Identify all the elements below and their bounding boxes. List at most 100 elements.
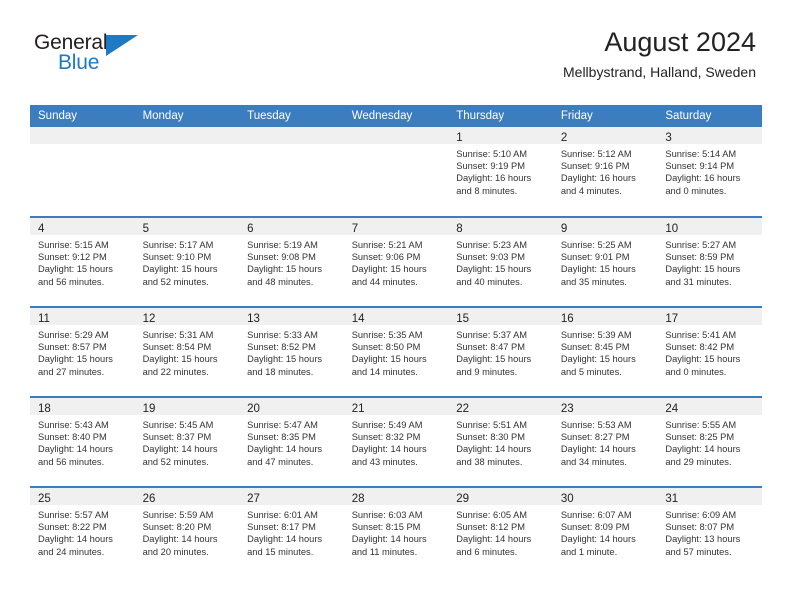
day-number-band: 6 [239, 218, 344, 235]
day-detail-line: Sunrise: 5:35 AM [351, 330, 423, 340]
day-detail-line: Sunset: 8:47 PM [456, 342, 525, 353]
calendar-day-cell[interactable]: 13 Sunrise: 5:33 AM Sunset: 8:52 PM Dayligh… [239, 306, 344, 397]
day-number-band [134, 127, 240, 144]
day-detail-line: Sunrise: 6:03 AM [351, 510, 423, 520]
day-detail-line: Sunset: 9:19 PM [456, 161, 525, 172]
calendar-week-row: 25 Sunrise: 5:57 AM Sunset: 8:22 PM Dayligh… [30, 486, 762, 577]
day-detail-line: and 44 minutes. [351, 276, 418, 287]
day-detail-block: Sunrise: 5:23 AM Sunset: 9:03 PM Daylight:… [448, 235, 553, 288]
day-number: 23 [560, 403, 574, 415]
calendar-day-cell-empty [239, 127, 344, 217]
calendar-container: Sunday Monday Tuesday Wednesday Thursday… [30, 105, 762, 577]
day-detail-line: Sunrise: 5:57 AM [38, 510, 109, 520]
day-number: 7 [351, 223, 359, 235]
day-detail-line: Sunset: 8:40 PM [38, 432, 107, 443]
day-detail-line: Sunset: 8:20 PM [142, 522, 212, 533]
day-number-band: 10 [657, 218, 762, 235]
calendar-day-cell[interactable]: 24 Sunrise: 5:55 AM Sunset: 8:25 PM Dayligh… [657, 396, 762, 487]
day-detail-line: and 14 minutes. [351, 366, 418, 377]
calendar-day-cell-empty [30, 127, 135, 217]
day-number-band: 8 [448, 218, 553, 235]
day-detail-block: Sunrise: 5:49 AM Sunset: 8:32 PM Daylight:… [344, 415, 449, 468]
calendar-week-row: 11 Sunrise: 5:29 AM Sunset: 8:57 PM Dayligh… [30, 306, 762, 397]
calendar-day-cell[interactable]: 16 Sunrise: 5:39 AM Sunset: 8:45 PM Dayligh… [552, 306, 658, 397]
day-number-band: 9 [552, 218, 658, 235]
day-detail-line: Daylight: 14 hours [142, 444, 218, 455]
day-detail-line: Daylight: 15 hours [665, 354, 741, 365]
day-number-band: 18 [30, 398, 135, 415]
day-number: 25 [38, 493, 51, 505]
calendar-day-cell[interactable]: 8 Sunrise: 5:23 AM Sunset: 9:03 PM Daylight… [448, 216, 553, 307]
day-number-band: 2 [552, 127, 658, 144]
day-detail-line: and 0 minutes. [665, 185, 727, 196]
day-detail-line: Sunrise: 5:49 AM [351, 420, 423, 430]
calendar-day-cell[interactable]: 29 Sunrise: 6:05 AM Sunset: 8:12 PM Dayligh… [448, 486, 553, 577]
calendar-day-cell[interactable]: 31 Sunrise: 6:09 AM Sunset: 8:07 PM Dayligh… [657, 486, 762, 577]
day-detail-line: and 24 minutes. [38, 546, 105, 557]
day-detail-line: Sunrise: 6:01 AM [247, 510, 318, 520]
calendar-day-cell[interactable]: 5 Sunrise: 5:17 AM Sunset: 9:10 PM Daylight… [134, 216, 240, 307]
calendar-day-cell[interactable]: 4 Sunrise: 5:15 AM Sunset: 9:12 PM Daylight… [30, 216, 135, 307]
day-detail-block: Sunrise: 5:10 AM Sunset: 9:19 PM Daylight:… [448, 144, 553, 197]
day-detail-line: Sunset: 8:30 PM [456, 432, 525, 443]
day-detail-line: Sunrise: 5:17 AM [142, 240, 214, 250]
day-detail-line: and 8 minutes. [456, 185, 518, 196]
day-number-band: 25 [30, 488, 135, 505]
day-number-band: 30 [552, 488, 658, 505]
day-detail-block: Sunrise: 5:57 AM Sunset: 8:22 PM Daylight:… [30, 505, 135, 558]
day-detail-line: Daylight: 15 hours [142, 264, 218, 275]
calendar-day-cell[interactable]: 2 Sunrise: 5:12 AM Sunset: 9:16 PM Daylight… [552, 127, 658, 217]
calendar-day-cell[interactable]: 27 Sunrise: 6:01 AM Sunset: 8:17 PM Dayligh… [239, 486, 344, 577]
calendar-day-cell[interactable]: 25 Sunrise: 5:57 AM Sunset: 8:22 PM Dayligh… [30, 486, 135, 577]
day-detail-line: Sunset: 8:54 PM [142, 342, 212, 353]
day-detail-line: Sunrise: 5:27 AM [665, 240, 737, 250]
day-detail-block: Sunrise: 5:45 AM Sunset: 8:37 PM Daylight:… [135, 415, 240, 468]
calendar-day-cell[interactable]: 22 Sunrise: 5:51 AM Sunset: 8:30 PM Dayligh… [448, 396, 553, 487]
day-number-band: 22 [448, 398, 553, 415]
calendar-day-cell[interactable]: 6 Sunrise: 5:19 AM Sunset: 9:08 PM Daylight… [239, 216, 344, 307]
day-detail-line: and 27 minutes. [38, 366, 105, 377]
day-number: 2 [560, 132, 568, 144]
day-detail-line: Daylight: 15 hours [456, 354, 532, 365]
calendar-day-cell[interactable]: 20 Sunrise: 5:47 AM Sunset: 8:35 PM Dayligh… [239, 396, 344, 487]
calendar-day-cell[interactable]: 3 Sunrise: 5:14 AM Sunset: 9:14 PM Daylight… [657, 127, 762, 217]
calendar-day-cell[interactable]: 28 Sunrise: 6:03 AM Sunset: 8:15 PM Dayligh… [343, 486, 449, 577]
day-number: 5 [142, 223, 149, 235]
calendar-day-cell[interactable]: 9 Sunrise: 5:25 AM Sunset: 9:01 PM Daylight… [552, 216, 658, 307]
calendar-day-cell[interactable]: 23 Sunrise: 5:53 AM Sunset: 8:27 PM Dayligh… [552, 396, 658, 487]
day-detail-line: Sunrise: 5:37 AM [456, 330, 528, 340]
calendar-day-cell[interactable]: 14 Sunrise: 5:35 AM Sunset: 8:50 PM Dayligh… [343, 306, 449, 397]
calendar-day-cell[interactable]: 21 Sunrise: 5:49 AM Sunset: 8:32 PM Dayligh… [343, 396, 449, 487]
day-detail-block [344, 144, 449, 148]
calendar-day-cell[interactable]: 19 Sunrise: 5:45 AM Sunset: 8:37 PM Dayligh… [134, 396, 240, 487]
calendar-day-cell[interactable]: 7 Sunrise: 5:21 AM Sunset: 9:06 PM Daylight… [343, 216, 449, 307]
calendar-day-cell[interactable]: 1 Sunrise: 5:10 AM Sunset: 9:19 PM Daylight… [448, 127, 553, 217]
calendar-day-cell[interactable]: 26 Sunrise: 5:59 AM Sunset: 8:20 PM Dayligh… [134, 486, 240, 577]
general-blue-logo: General Blue [34, 32, 234, 82]
calendar-day-cell[interactable]: 18 Sunrise: 5:43 AM Sunset: 8:40 PM Dayligh… [30, 396, 135, 487]
day-number: 27 [247, 493, 260, 505]
day-detail-line: and 47 minutes. [247, 456, 314, 467]
day-detail-block: Sunrise: 5:33 AM Sunset: 8:52 PM Daylight:… [239, 325, 344, 378]
day-detail-line: Daylight: 14 hours [351, 534, 427, 545]
calendar-day-cell[interactable]: 17 Sunrise: 5:41 AM Sunset: 8:42 PM Dayligh… [657, 306, 762, 397]
calendar-day-cell[interactable]: 15 Sunrise: 5:37 AM Sunset: 8:47 PM Dayligh… [448, 306, 553, 397]
day-detail-line: Sunset: 8:12 PM [456, 522, 525, 533]
day-number: 9 [560, 223, 568, 235]
calendar-day-cell[interactable]: 10 Sunrise: 5:27 AM Sunset: 8:59 PM Dayligh… [657, 216, 762, 307]
day-detail-line: Sunrise: 5:53 AM [560, 420, 632, 430]
calendar-day-cell[interactable]: 11 Sunrise: 5:29 AM Sunset: 8:57 PM Dayligh… [30, 306, 135, 397]
page-title: August 2024 [604, 27, 756, 57]
calendar-header-row: Sunday Monday Tuesday Wednesday Thursday… [30, 105, 762, 127]
day-number-band: 19 [134, 398, 240, 415]
day-detail-block: Sunrise: 6:09 AM Sunset: 8:07 PM Daylight:… [657, 505, 762, 558]
weekday-header-friday: Friday [552, 105, 658, 127]
day-number: 3 [665, 132, 672, 144]
calendar-day-cell[interactable]: 30 Sunrise: 6:07 AM Sunset: 8:09 PM Dayligh… [552, 486, 658, 577]
day-detail-block: Sunrise: 5:47 AM Sunset: 8:35 PM Daylight:… [239, 415, 344, 468]
day-number-band: 12 [134, 308, 240, 325]
day-detail-line: Daylight: 15 hours [38, 354, 113, 365]
day-number-band: 26 [134, 488, 240, 505]
weekday-header-sunday: Sunday [30, 105, 135, 127]
calendar-day-cell[interactable]: 12 Sunrise: 5:31 AM Sunset: 8:54 PM Dayligh… [134, 306, 240, 397]
